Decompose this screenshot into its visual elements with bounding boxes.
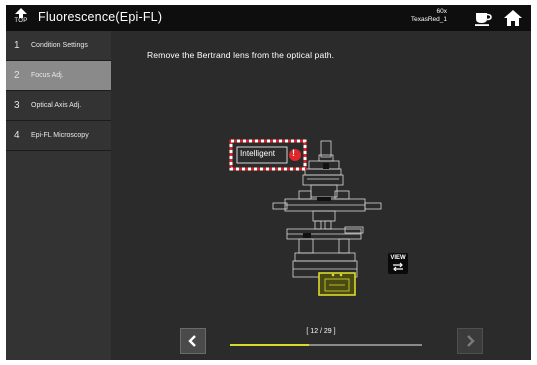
app-window: TOP Fluorescence(Epi-FL) 60x TexasRed_1 … bbox=[6, 5, 531, 360]
sidebar-item-condition-settings[interactable]: 1 Condition Settings bbox=[6, 31, 111, 61]
sidebar-item-number: 4 bbox=[14, 130, 20, 141]
next-button[interactable] bbox=[457, 328, 483, 354]
chevron-left-icon bbox=[188, 335, 196, 347]
top-arrow-icon bbox=[15, 8, 27, 18]
sidebar-item-label: Condition Settings bbox=[31, 42, 88, 49]
magnification-readout: 60x TexasRed_1 bbox=[411, 8, 447, 24]
sidebar-item-label: Focus Adj. bbox=[31, 72, 64, 79]
filter-name: TexasRed_1 bbox=[410, 16, 447, 23]
exclamation-icon: ! bbox=[292, 148, 295, 158]
sidebar-item-optical-axis-adj[interactable]: 3 Optical Axis Adj. bbox=[6, 91, 111, 121]
top-label: TOP bbox=[14, 18, 28, 24]
sidebar-item-number: 2 bbox=[14, 70, 20, 81]
view-label: VIEW bbox=[390, 255, 406, 261]
previous-button[interactable] bbox=[180, 328, 206, 354]
magnification-value: 60x bbox=[436, 8, 447, 15]
intelligent-badge[interactable]: Intelligent ! bbox=[229, 139, 309, 171]
cup-icon[interactable] bbox=[473, 8, 493, 28]
sidebar: 1 Condition Settings 2 Focus Adj. 3 Opti… bbox=[6, 31, 111, 360]
top-button[interactable]: TOP bbox=[10, 6, 32, 30]
page-title: Fluorescence(Epi-FL) bbox=[38, 10, 163, 24]
sidebar-item-number: 1 bbox=[14, 40, 20, 51]
instruction-text: Remove the Bertrand lens from the optica… bbox=[147, 50, 335, 60]
main-panel: Remove the Bertrand lens from the optica… bbox=[111, 31, 531, 360]
view-button[interactable]: VIEW bbox=[388, 253, 408, 274]
sidebar-item-epi-fl-microscopy[interactable]: 4 Epi-FL Microscopy bbox=[6, 121, 111, 151]
swap-icon bbox=[393, 262, 403, 271]
progress-fill bbox=[230, 344, 310, 346]
chevron-right-icon bbox=[467, 335, 475, 347]
progress-bar bbox=[230, 344, 422, 346]
home-icon[interactable] bbox=[503, 8, 523, 28]
top-bar: TOP Fluorescence(Epi-FL) 60x TexasRed_1 bbox=[6, 5, 531, 31]
sidebar-item-label: Epi-FL Microscopy bbox=[31, 132, 89, 139]
sidebar-item-number: 3 bbox=[14, 100, 20, 111]
sidebar-item-label: Optical Axis Adj. bbox=[31, 102, 82, 109]
sidebar-item-focus-adj[interactable]: 2 Focus Adj. bbox=[6, 61, 111, 91]
page-indicator: [ 12 / 29 ] bbox=[306, 328, 336, 335]
intelligent-label: Intelligent bbox=[240, 149, 276, 158]
